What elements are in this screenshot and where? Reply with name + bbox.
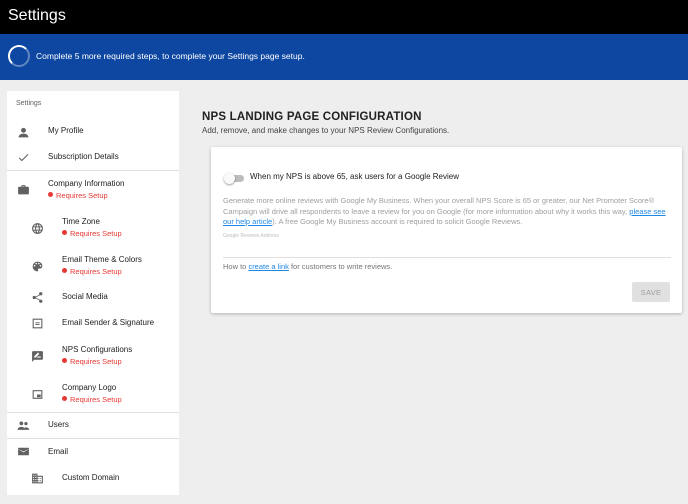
hint-text: How to [223, 262, 249, 271]
description-text: ). A free Google My Business account is … [272, 217, 523, 226]
settings-sidebar: Settings My Profile Subscription Details… [7, 91, 179, 495]
toggle-thumb [224, 173, 235, 184]
sidebar-item-email-theme-colors[interactable]: Email Theme & Colors Requires Setup [7, 251, 179, 281]
page-title: NPS LANDING PAGE CONFIGURATION [202, 111, 422, 123]
sidebar-item-label: Email [48, 447, 69, 456]
sidebar-item-label: Subscription Details [48, 152, 119, 161]
sidebar-item-label: Email Theme & Colors [62, 255, 142, 264]
sidebar-item-label: NPS Configurations [62, 345, 133, 354]
requires-setup-badge: Requires Setup [48, 191, 108, 200]
google-review-toggle-label: When my NPS is above 65, ask users for a… [250, 172, 459, 181]
sidebar-item-label: Email Sender & Signature [62, 318, 155, 327]
nps-review-config-card: When my NPS is above 65, ask users for a… [211, 147, 682, 313]
share-icon [30, 290, 44, 304]
create-link-link[interactable]: create a link [248, 262, 288, 271]
save-button[interactable]: SAVE [632, 282, 670, 302]
check-icon [16, 150, 30, 164]
domain-icon [30, 471, 44, 485]
sidebar-item-nps-configurations[interactable]: NPS Configurations Requires Setup [7, 341, 179, 371]
description-text: Generate more online reviews with Google… [223, 196, 655, 216]
google-reviews-address-input[interactable] [223, 257, 671, 258]
sidebar-item-label: My Profile [48, 126, 84, 135]
sidebar-item-social-media[interactable]: Social Media [7, 287, 179, 309]
rate-review-icon [30, 349, 44, 363]
image-icon [30, 387, 44, 401]
sidebar-item-label: Company Logo [62, 383, 117, 392]
briefcase-icon [16, 182, 30, 196]
sidebar-item-label: Users [48, 420, 69, 429]
person-icon [16, 125, 30, 139]
palette-icon [30, 259, 44, 273]
sidebar-item-custom-domain[interactable]: Custom Domain [7, 468, 179, 490]
google-reviews-address-label: Google Reviews Address [223, 233, 279, 239]
requires-setup-badge: Requires Setup [62, 229, 122, 238]
requires-setup-badge: Requires Setup [62, 395, 122, 404]
sidebar-item-users[interactable]: Users [7, 415, 179, 437]
sidebar-heading: Settings [16, 100, 42, 107]
sidebar-item-company-logo[interactable]: Company Logo Requires Setup [7, 379, 179, 409]
app-title: Settings [8, 7, 66, 24]
sidebar-item-subscription-details[interactable]: Subscription Details [7, 148, 179, 170]
sidebar-divider [7, 438, 179, 439]
signature-icon [30, 316, 44, 330]
sidebar-item-my-profile[interactable]: My Profile [7, 122, 179, 148]
app-header: Settings [0, 0, 688, 34]
sidebar-item-email[interactable]: Email [7, 442, 179, 464]
requires-setup-badge: Requires Setup [62, 357, 122, 366]
sidebar-item-label: Company Information [48, 179, 125, 188]
sidebar-item-email-sender-signature[interactable]: Email Sender & Signature [7, 313, 179, 335]
sidebar-item-company-information[interactable]: Company Information Requires Setup [7, 175, 179, 205]
page-subtitle: Add, remove, and make changes to your NP… [202, 126, 450, 135]
create-link-hint: How to create a link for customers to wr… [223, 262, 392, 271]
setup-progress-message: Complete 5 more required steps, to compl… [36, 51, 305, 61]
hint-text: for customers to write reviews. [288, 262, 393, 271]
sidebar-item-label: Time Zone [62, 217, 100, 226]
mail-icon [16, 444, 30, 458]
google-review-toggle[interactable] [224, 173, 244, 184]
progress-spinner-icon [8, 45, 30, 67]
sidebar-divider [7, 412, 179, 413]
sidebar-item-label: Custom Domain [62, 473, 120, 482]
google-review-description: Generate more online reviews with Google… [223, 196, 675, 228]
sidebar-item-time-zone[interactable]: Time Zone Requires Setup [7, 213, 179, 243]
people-icon [16, 418, 30, 432]
sidebar-divider [7, 170, 179, 171]
setup-progress-banner: Complete 5 more required steps, to compl… [0, 34, 688, 80]
requires-setup-badge: Requires Setup [62, 267, 122, 276]
sidebar-item-label: Social Media [62, 292, 108, 301]
globe-icon [30, 221, 44, 235]
